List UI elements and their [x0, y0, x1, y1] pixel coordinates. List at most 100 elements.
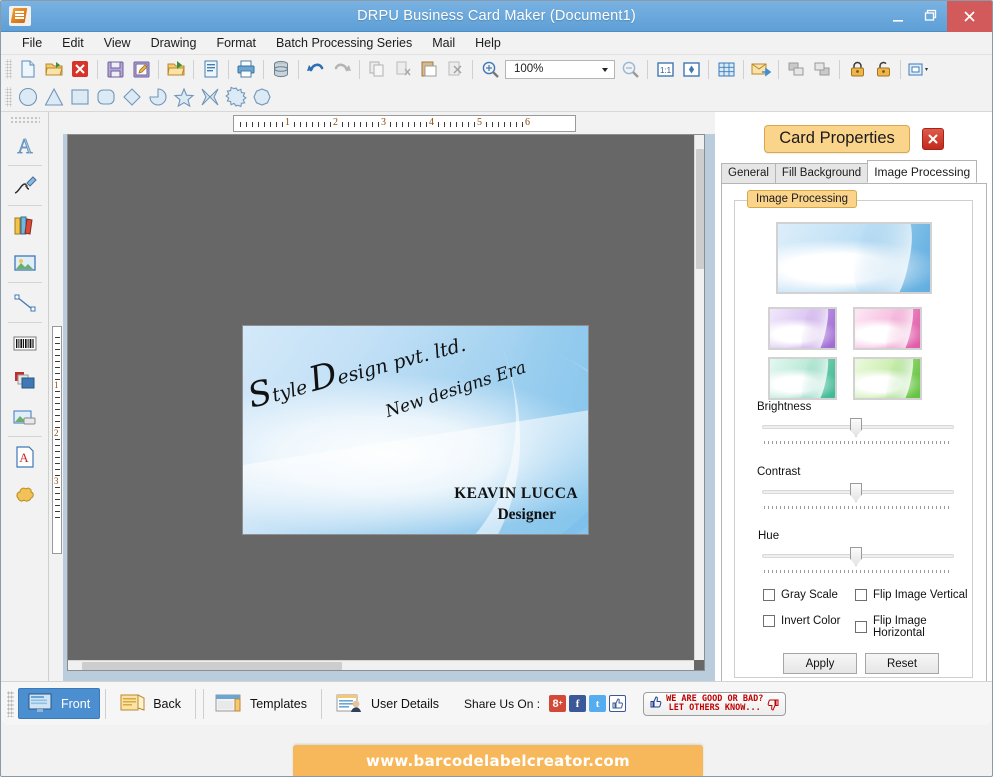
back-side-button[interactable]: Back [111, 689, 190, 718]
feedback-banner[interactable]: WE ARE GOOD OR BAD? LET OTHERS KNOW... [643, 691, 787, 716]
front-side-button[interactable]: Front [18, 688, 101, 719]
undo-icon[interactable] [303, 57, 329, 82]
horizontal-ruler[interactable]: 1 2 3 4 5 6 [233, 115, 576, 132]
checkbox-box[interactable] [763, 589, 775, 601]
picture-tool-icon[interactable] [4, 244, 46, 281]
card-person-role[interactable]: Designer [497, 506, 556, 524]
left-tools-grip[interactable] [9, 116, 40, 123]
fit-page-icon[interactable] [678, 57, 704, 82]
cut-icon[interactable] [390, 57, 416, 82]
menu-file[interactable]: File [13, 34, 51, 52]
shapes-tool-icon[interactable] [4, 361, 46, 398]
invert-color-checkbox[interactable]: Invert Color [763, 615, 840, 627]
toolbar-grip[interactable] [5, 59, 12, 79]
slider-thumb[interactable] [850, 483, 862, 502]
like-icon[interactable] [609, 695, 627, 712]
thumbnail-teal[interactable] [768, 357, 837, 400]
canvas-horizontal-scrollbar[interactable] [68, 660, 694, 670]
polygon-shape-icon[interactable] [249, 85, 275, 110]
menu-format[interactable]: Format [207, 34, 265, 52]
restore-button[interactable] [914, 1, 947, 32]
open-document-icon[interactable] [41, 57, 67, 82]
checkbox-box[interactable] [855, 589, 867, 601]
print-icon[interactable] [233, 57, 259, 82]
bottom-bar-grip[interactable] [7, 690, 14, 717]
thumbnail-purple[interactable] [768, 307, 837, 350]
library-tool-icon[interactable] [4, 207, 46, 244]
business-card-preview[interactable]: Style Design pvt. ltd. New designs Era K… [242, 325, 589, 535]
redo-icon[interactable] [329, 57, 355, 82]
menu-view[interactable]: View [95, 34, 140, 52]
reset-button[interactable]: Reset [865, 653, 939, 674]
zoom-out-icon[interactable] [617, 57, 643, 82]
database-icon[interactable] [268, 57, 294, 82]
zoom-in-icon[interactable] [477, 57, 503, 82]
thumbnail-green[interactable] [853, 357, 922, 400]
google-plus-icon[interactable]: 8 + [549, 695, 567, 712]
checkbox-box[interactable] [855, 621, 867, 633]
paste-icon[interactable] [416, 57, 442, 82]
zoom-level-combobox[interactable]: 100% [505, 59, 615, 79]
burst-shape-icon[interactable] [223, 85, 249, 110]
triangle-shape-icon[interactable] [41, 85, 67, 110]
align-icon[interactable] [905, 57, 931, 82]
watermark-text-tool-icon[interactable]: A [4, 438, 46, 475]
tab-image-processing[interactable]: Image Processing [867, 160, 978, 183]
scroll-thumb[interactable] [82, 662, 342, 670]
four-point-star-shape-icon[interactable] [197, 85, 223, 110]
line-tool-icon[interactable] [4, 284, 46, 321]
new-document-icon[interactable] [15, 57, 41, 82]
scroll-thumb[interactable] [696, 149, 704, 269]
grid-icon[interactable] [713, 57, 739, 82]
chevron-down-icon[interactable] [602, 67, 608, 72]
card-person-name[interactable]: KEAVIN LUCCA [454, 485, 578, 503]
rounded-rectangle-shape-icon[interactable] [93, 85, 119, 110]
slider-thumb[interactable] [850, 418, 862, 437]
gray-scale-checkbox[interactable]: Gray Scale [763, 589, 838, 601]
star-shape-icon[interactable] [171, 85, 197, 110]
slider-thumb[interactable] [850, 547, 862, 566]
canvas-vertical-scrollbar[interactable] [694, 135, 704, 660]
vertical-ruler[interactable]: 1 2 3 [52, 326, 62, 554]
tab-fill-background[interactable]: Fill Background [774, 163, 869, 183]
rectangle-shape-icon[interactable] [67, 85, 93, 110]
checkbox-box[interactable] [763, 615, 775, 627]
menu-batch-processing-series[interactable]: Batch Processing Series [267, 34, 421, 52]
close-properties-button[interactable] [921, 128, 944, 150]
tab-general[interactable]: General [721, 163, 776, 183]
templates-button[interactable]: Templates [206, 689, 316, 718]
menu-edit[interactable]: Edit [53, 34, 93, 52]
print-preview-icon[interactable] [198, 57, 224, 82]
brightness-slider[interactable] [762, 416, 954, 444]
save-document-icon[interactable] [102, 57, 128, 82]
thumbnail-blue-selected[interactable] [775, 222, 932, 294]
flip-image-vertical-checkbox[interactable]: Flip Image Vertical [855, 589, 968, 601]
close-button[interactable] [947, 1, 992, 32]
contrast-slider[interactable] [762, 481, 954, 509]
text-tool-icon[interactable]: A [4, 127, 46, 164]
image-tool-icon[interactable] [4, 398, 46, 435]
unlock-icon[interactable] [870, 57, 896, 82]
save-as-document-icon[interactable] [128, 57, 154, 82]
ellipse-shape-icon[interactable] [15, 85, 41, 110]
minimize-button[interactable] [881, 1, 914, 32]
copy-icon[interactable] [364, 57, 390, 82]
flip-image-horizontal-checkbox[interactable]: Flip Image Horizontal [855, 615, 972, 639]
thumbnail-pink[interactable] [853, 307, 922, 350]
delete-icon[interactable] [442, 57, 468, 82]
facebook-icon[interactable]: f [569, 695, 587, 712]
twitter-icon[interactable]: t [589, 695, 607, 712]
close-document-icon[interactable] [67, 57, 93, 82]
shapes-toolbar-grip[interactable] [5, 87, 12, 107]
watermark-image-tool-icon[interactable] [4, 475, 46, 512]
lock-icon[interactable] [844, 57, 870, 82]
user-details-button[interactable]: User Details [327, 689, 448, 718]
menu-mail[interactable]: Mail [423, 34, 464, 52]
menu-drawing[interactable]: Drawing [142, 34, 206, 52]
diamond-shape-icon[interactable] [119, 85, 145, 110]
design-canvas[interactable]: Style Design pvt. ltd. New designs Era K… [67, 134, 705, 671]
pie-shape-icon[interactable] [145, 85, 171, 110]
barcode-tool-icon[interactable] [4, 324, 46, 361]
menu-help[interactable]: Help [466, 34, 510, 52]
signature-tool-icon[interactable] [4, 167, 46, 204]
